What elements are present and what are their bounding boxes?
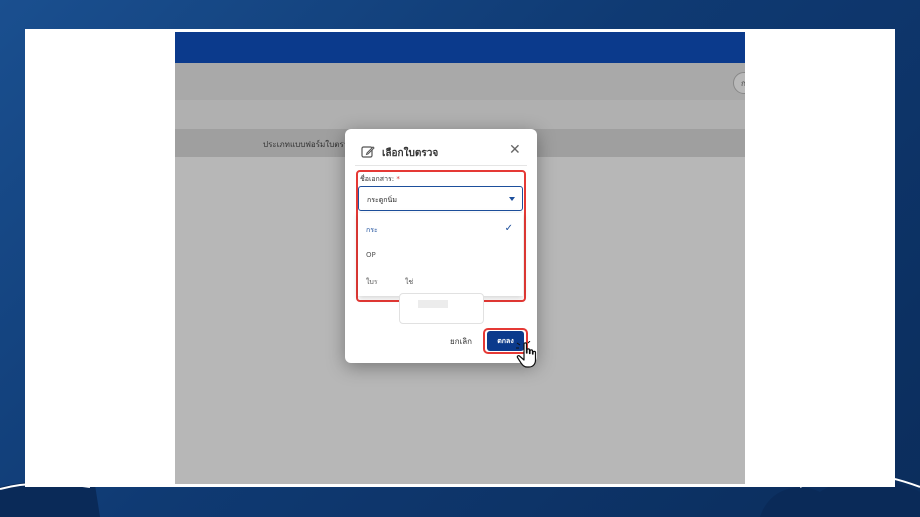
option-label: ใบร: [366, 278, 378, 286]
faded-placeholder-box: [399, 293, 484, 324]
dropdown-option-1[interactable]: กระ ✓: [358, 215, 523, 241]
required-mark: *: [396, 175, 400, 183]
close-icon[interactable]: ✕: [509, 143, 521, 157]
modal-title: เลือกใบตรวจ: [382, 148, 439, 159]
option-label: กระ: [366, 226, 378, 234]
app-filter-bar: [175, 100, 745, 129]
cancel-button[interactable]: ยกเลิก: [450, 335, 472, 348]
app-toolbar: [175, 63, 745, 100]
field-label-text: ชื่อเอกสาร:: [360, 175, 395, 183]
dropdown-option-2[interactable]: OP: [358, 241, 523, 267]
modal-divider: [355, 165, 527, 166]
option-suffix: ใช่: [405, 278, 414, 286]
check-icon: ✓: [504, 223, 513, 234]
edit-icon: [361, 146, 375, 158]
ok-button-label: ตกลง: [497, 336, 514, 345]
hand-cursor-icon: [516, 341, 537, 368]
table-header-label: ประเภทแบบฟอร์มใบตรวจ: [263, 140, 353, 149]
chevron-down-icon: [509, 197, 515, 201]
document-name-label: ชื่อเอกสาร: *: [360, 174, 400, 185]
document-select[interactable]: กระดูกนิ่ม: [358, 186, 523, 211]
app-header-bar: [175, 32, 745, 63]
blurred-text: [378, 249, 408, 260]
blurred-text: [380, 223, 410, 234]
faded-lines: [418, 300, 448, 308]
select-value: กระดูกนิ่ม: [367, 196, 397, 204]
dropdown-option-3[interactable]: ใบร ใช่: [358, 267, 523, 293]
option-label: OP: [366, 251, 376, 259]
side-button-label: ก: [741, 78, 745, 88]
blurred-text: [378, 275, 398, 286]
document-dropdown: กระ ✓ OP ใบร ใช่: [358, 213, 523, 296]
